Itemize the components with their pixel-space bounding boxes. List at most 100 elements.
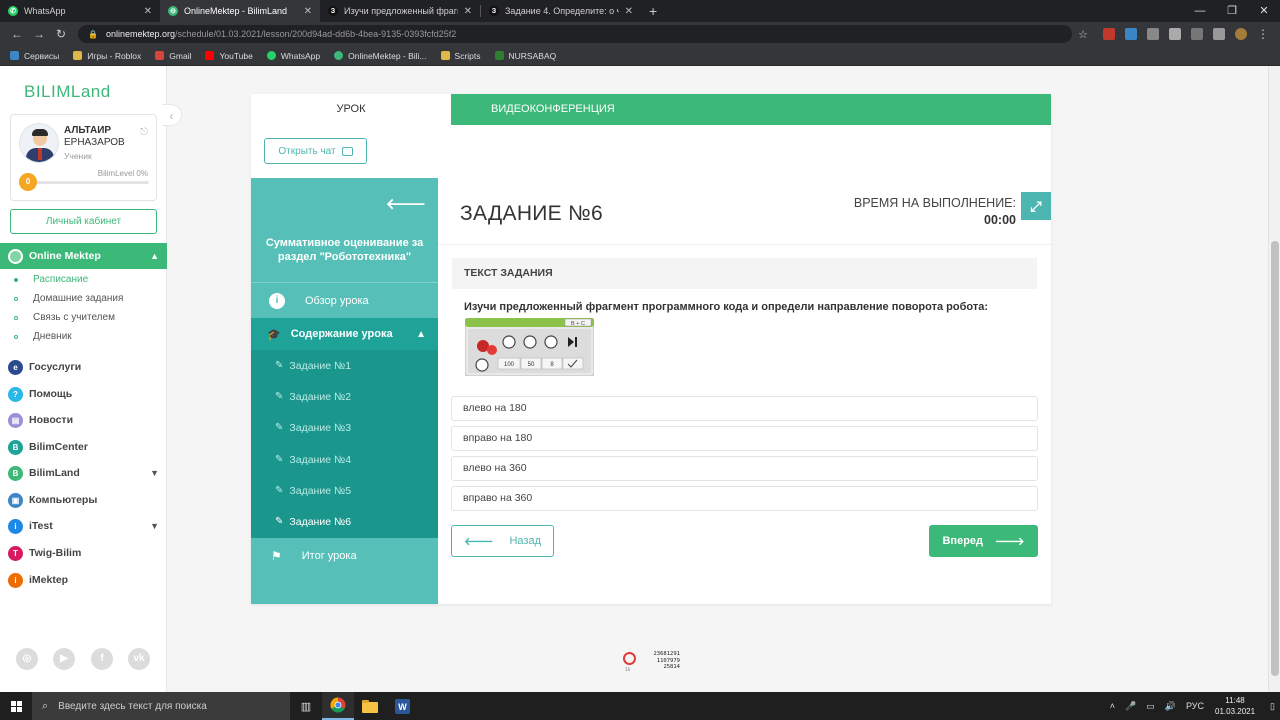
- next-button[interactable]: Вперед 🡒: [929, 525, 1038, 557]
- facebook-icon[interactable]: f: [91, 648, 113, 670]
- power-value: 100: [504, 362, 515, 368]
- sidebar-item-twig-bilim[interactable]: T Twig-Bilim: [0, 542, 167, 564]
- edit-icon: ✎: [275, 360, 284, 371]
- browser-tab-znanija-2[interactable]: З Задание 4. Определите: о чем и ✕: [481, 0, 641, 22]
- answer-option-4[interactable]: вправо на 360: [451, 486, 1038, 511]
- lesson-content-item[interactable]: 🎓 Содержание урока ▲: [251, 318, 438, 350]
- page-scrollbar[interactable]: [1268, 66, 1280, 692]
- online-mektep-menu[interactable]: Online Mektep ▲: [0, 243, 167, 269]
- sidebar-item-gosuslugi[interactable]: e Госуслуги: [0, 356, 167, 378]
- scrollbar-thumb[interactable]: [1271, 241, 1279, 676]
- vk-icon[interactable]: vk: [128, 648, 150, 670]
- counter-small-label: 1k: [625, 667, 631, 673]
- extension-icon[interactable]: [1147, 28, 1159, 40]
- word-icon[interactable]: W: [386, 692, 418, 720]
- bookmark-scripts[interactable]: Scripts: [440, 51, 481, 61]
- lesson-overview-item[interactable]: i Обзор урока: [251, 282, 438, 318]
- bookmark-youtube[interactable]: YouTube: [205, 51, 253, 61]
- bookmark-roblox[interactable]: Игры - Roblox: [73, 51, 141, 61]
- bookmark-star-icon[interactable]: ☆: [1078, 28, 1088, 41]
- tab-title: OnlineMektep - BilimLand: [184, 6, 288, 16]
- task-item-2[interactable]: ✎ Задание №2: [251, 381, 438, 412]
- znanija-icon: З: [489, 6, 499, 16]
- sidebar-item-teacher-contact[interactable]: Связь с учителем: [0, 308, 167, 327]
- back-arrow-icon[interactable]: 🡐: [386, 194, 426, 213]
- answer-option-3[interactable]: влево на 360: [451, 456, 1038, 481]
- language-indicator[interactable]: РУС: [1186, 701, 1204, 711]
- minimize-icon[interactable]: —: [1184, 0, 1216, 22]
- chrome-taskbar-icon[interactable]: [322, 692, 354, 720]
- close-icon[interactable]: ✕: [304, 6, 312, 17]
- bilimland-logo[interactable]: BILIMLand: [24, 82, 111, 102]
- task-item-3[interactable]: ✎ Задание №3: [251, 412, 438, 443]
- sidebar-item-diary[interactable]: Дневник: [0, 327, 167, 346]
- bookmark-onlinemektep[interactable]: OnlineMektep - Bili...: [334, 51, 427, 61]
- close-icon[interactable]: ✕: [144, 6, 152, 17]
- sidebar-item-itest[interactable]: i iTest ▼: [0, 515, 167, 537]
- tab-lesson[interactable]: УРОК: [251, 94, 451, 125]
- extension-icon[interactable]: [1103, 28, 1115, 40]
- taskbar-clock[interactable]: 11:48 01.03.2021: [1215, 695, 1255, 717]
- menu-dots-icon[interactable]: ⋮: [1252, 27, 1274, 41]
- taskbar-search[interactable]: ⌕ Введите здесь текст для поиска: [32, 692, 290, 720]
- sidebar-item-schedule[interactable]: Расписание: [0, 270, 167, 289]
- visitor-counter[interactable]: 23681291 1107979 25814 1k: [623, 651, 683, 673]
- back-icon[interactable]: ←: [6, 27, 28, 41]
- url-field[interactable]: 🔒 onlinemektep.org /schedule/01.03.2021/…: [78, 25, 1073, 43]
- lesson-summary-item[interactable]: ⚑ Итог урока: [251, 538, 438, 574]
- browser-tab-znanija-1[interactable]: З Изучи предложенный фрагмен ✕: [320, 0, 480, 22]
- back-button[interactable]: 🡐 Назад: [451, 525, 554, 557]
- steering-value: 50: [528, 362, 535, 368]
- logout-icon[interactable]: ⎋: [140, 127, 148, 138]
- close-window-icon[interactable]: ✕: [1248, 0, 1280, 22]
- volume-icon[interactable]: 🔊: [1165, 701, 1176, 712]
- network-icon[interactable]: ▭: [1146, 701, 1155, 712]
- file-explorer-icon[interactable]: [354, 692, 386, 720]
- task-item-6[interactable]: ✎ Задание №6: [251, 506, 438, 537]
- close-icon[interactable]: ✕: [464, 6, 472, 17]
- reload-icon[interactable]: ↻: [50, 27, 72, 41]
- sidebar-collapse-button[interactable]: ‹: [162, 104, 182, 126]
- sidebar-item-help[interactable]: ? Помощь: [0, 383, 167, 405]
- sidebar-item-bilimcenter[interactable]: B BilimCenter: [0, 436, 167, 458]
- bookmark-gmail[interactable]: Gmail: [155, 51, 191, 61]
- sidebar-item-computers[interactable]: ▣ Компьютеры: [0, 489, 167, 511]
- bookmark-whatsapp[interactable]: WhatsApp: [266, 51, 320, 61]
- tab-videoconference[interactable]: ВИДЕОКОНФЕРЕНЦИЯ: [451, 94, 1051, 125]
- notifications-icon[interactable]: ▯: [1270, 701, 1275, 712]
- fullscreen-icon[interactable]: ⤢: [1021, 192, 1051, 220]
- start-button[interactable]: [0, 692, 32, 720]
- tray-chevron-up-icon[interactable]: ˄: [1110, 701, 1115, 711]
- task-item-5[interactable]: ✎ Задание №5: [251, 475, 438, 506]
- sidebar-item-bilimland[interactable]: B BilimLand ▼: [0, 462, 167, 484]
- instagram-icon[interactable]: ◎: [16, 648, 38, 670]
- puzzle-icon[interactable]: [1213, 28, 1225, 40]
- sidebar: BILIMLand АЛЬТАИР ЕРНАЗАРОВ Ученик ⎋ Bil…: [0, 66, 167, 692]
- task-item-1[interactable]: ✎ Задание №1: [251, 350, 438, 381]
- restore-icon[interactable]: ❐: [1216, 0, 1248, 22]
- sidebar-item-imektep[interactable]: i iMektep: [0, 569, 167, 591]
- bookmark-nursabaq[interactable]: NURSABAQ: [494, 51, 556, 61]
- task-item-4[interactable]: ✎ Задание №4: [251, 444, 438, 475]
- answer-option-2[interactable]: вправо на 180: [451, 426, 1038, 451]
- profile-avatar-icon[interactable]: [1235, 28, 1247, 40]
- sidebar-item-homework[interactable]: Домашние задания: [0, 289, 167, 308]
- personal-cabinet-button[interactable]: Личный кабинет: [10, 209, 157, 234]
- new-tab-button[interactable]: +: [641, 0, 665, 22]
- microphone-icon[interactable]: 🎤: [1125, 701, 1136, 712]
- extension-icon[interactable]: [1191, 28, 1203, 40]
- extension-icon[interactable]: [1125, 28, 1137, 40]
- sidebar-item-news[interactable]: ▤ Новости: [0, 409, 167, 431]
- youtube-icon[interactable]: ▶: [53, 648, 75, 670]
- answer-option-1[interactable]: влево на 180: [451, 396, 1038, 421]
- close-icon[interactable]: ✕: [625, 6, 633, 17]
- forward-icon[interactable]: →: [28, 27, 50, 41]
- task-title: ЗАДАНИЕ №6: [460, 202, 603, 225]
- time-label: ВРЕМЯ НА ВЫПОЛНЕНИЕ:: [853, 196, 1016, 210]
- browser-tab-onlinemektep[interactable]: ⊖ OnlineMektep - BilimLand ✕: [160, 0, 320, 22]
- bookmark-services[interactable]: Сервисы: [10, 51, 59, 61]
- task-view-icon[interactable]: ▥: [290, 692, 322, 720]
- browser-tab-whatsapp[interactable]: ✆ WhatsApp ✕: [0, 0, 160, 22]
- open-chat-button[interactable]: Открыть чат: [264, 138, 367, 164]
- extension-icon[interactable]: [1169, 28, 1181, 40]
